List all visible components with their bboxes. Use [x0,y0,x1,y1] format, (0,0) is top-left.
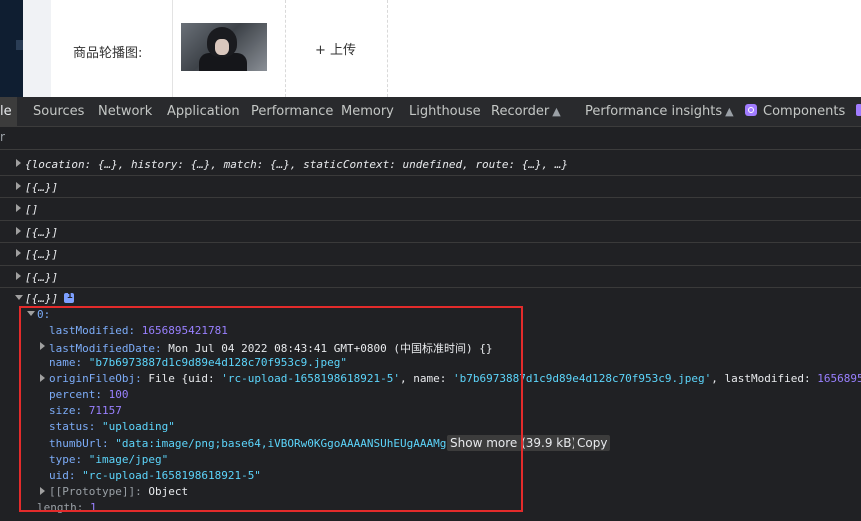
prop-prototype: [[Prototype]]: Object [49,485,189,498]
log-text: [{…}] [25,248,59,261]
expand-arrow-icon[interactable] [16,159,21,167]
show-more-button[interactable]: Show more (39.9 kB) [447,435,580,451]
console-output: {location: {…}, history: {…}, match: {…}… [0,150,861,521]
expand-arrow-icon[interactable] [16,204,21,212]
tab-performance[interactable]: Performance [251,97,333,126]
expand-arrow-icon[interactable] [16,227,21,235]
prop-thumbUrl: thumbUrl: "data:image/png;base64,iVBORw0… [49,437,447,450]
expand-arrow-icon[interactable] [16,272,21,280]
info-icon[interactable] [64,291,75,303]
upload-button[interactable]: + 上传 [285,0,388,97]
tab-sources[interactable]: Sources [33,97,84,126]
tab-application[interactable]: Application [167,97,240,126]
web-page-area: 商品轮播图: + 上传 [0,0,861,97]
tab-lighthouse[interactable]: Lighthouse [409,97,481,126]
upload-label: + 上传 [315,43,357,58]
prop-lastModifiedDate: lastModifiedDate: Mon Jul 04 2022 08:43:… [49,342,493,355]
prop-name: name: "b7b6973887d1c9d89e4d128c70f953c9.… [49,356,348,369]
tab-recorder[interactable]: Recorder ▲ [491,97,561,126]
prop-status: status: "uploading" [49,420,175,433]
expand-arrow-icon[interactable] [40,487,45,495]
tab-overflow[interactable] [856,97,861,126]
react-components-icon [745,104,757,116]
prop-lastModified: lastModified: 1656895421781 [49,324,228,337]
log-text: [{…}] [25,271,59,284]
collapse-arrow-icon[interactable] [15,295,23,300]
tab-performance-insights[interactable]: Performance insights ▲ [585,97,734,126]
log-text: [{…}] [25,181,59,194]
console-log-entry[interactable]: [{…}] [0,266,861,288]
tab-components[interactable]: Components [745,97,845,126]
array-index: 0: [37,308,51,321]
log-text: [] [25,203,39,216]
prop-type: type: "image/jpeg" [49,453,169,466]
console-log-entry[interactable]: [{…}] [0,243,861,266]
expand-arrow-icon[interactable] [16,182,21,190]
filter-input-text: r [0,130,5,144]
console-log-entry[interactable]: {location: {…}, history: {…}, match: {…}… [0,153,861,176]
copy-button[interactable]: Copy [574,435,611,451]
console-log-entry[interactable]: [{…}] [0,176,861,198]
prop-percent: percent: 100 [49,388,129,401]
prop-size: size: 71157 [49,404,122,417]
tab-console[interactable]: le [0,97,17,126]
console-filter-bar[interactable]: r [0,127,861,150]
app-sidebar-edge [0,0,23,97]
expand-arrow-icon[interactable] [16,249,21,257]
tab-network[interactable]: Network [98,97,152,126]
react-profiler-icon [856,104,861,116]
log-text: [{…}] [25,291,75,305]
prop-originFileObj: originFileObj: File {uid: 'rc-upload-165… [49,372,861,385]
expand-arrow-icon[interactable] [40,342,45,350]
uploaded-image-thumbnail[interactable] [181,23,267,71]
log-text: {location: {…}, history: {…}, match: {…}… [25,158,569,171]
prop-length: length: 1 [37,501,97,514]
experimental-flask-icon: ▲ [725,105,734,118]
console-log-entry[interactable]: [] [0,198,861,221]
tab-memory[interactable]: Memory [341,97,394,126]
page-gutter [23,0,51,97]
sidebar-block [16,40,23,50]
carousel-field-label: 商品轮播图: [73,46,143,61]
collapse-arrow-icon[interactable] [27,311,35,316]
console-log-entry[interactable]: [{…}] [0,221,861,243]
experimental-flask-icon: ▲ [552,105,561,118]
expand-arrow-icon[interactable] [40,374,45,382]
prop-uid: uid: "rc-upload-1658198618921-5" [49,469,261,482]
log-text: [{…}] [25,226,59,239]
devtools-tab-bar: le Sources Network Application Performan… [0,97,861,127]
